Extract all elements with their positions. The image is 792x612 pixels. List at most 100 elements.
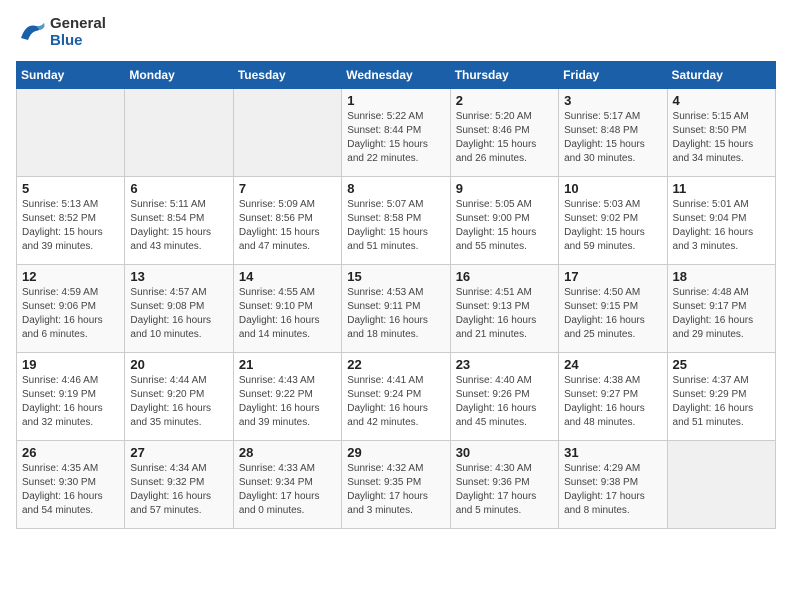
day-info: Sunrise: 4:34 AM Sunset: 9:32 PM Dayligh… bbox=[130, 462, 227, 518]
day-cell bbox=[233, 89, 341, 177]
day-info: Sunrise: 4:53 AM Sunset: 9:11 PM Dayligh… bbox=[347, 286, 444, 342]
day-cell: 21 Sunrise: 4:43 AM Sunset: 9:22 PM Dayli… bbox=[233, 353, 341, 441]
day-info: Sunrise: 4:32 AM Sunset: 9:35 PM Dayligh… bbox=[347, 462, 444, 518]
day-cell: 19 Sunrise: 4:46 AM Sunset: 9:19 PM Dayli… bbox=[17, 353, 125, 441]
day-cell: 8 Sunrise: 5:07 AM Sunset: 8:58 PM Daylig… bbox=[342, 177, 450, 265]
header-saturday: Saturday bbox=[667, 62, 775, 89]
day-info: Sunrise: 4:41 AM Sunset: 9:24 PM Dayligh… bbox=[347, 374, 444, 430]
day-number: 18 bbox=[673, 269, 770, 284]
day-number: 4 bbox=[673, 93, 770, 108]
day-number: 3 bbox=[564, 93, 661, 108]
logo-bird-icon bbox=[16, 18, 46, 48]
day-info: Sunrise: 4:35 AM Sunset: 9:30 PM Dayligh… bbox=[22, 462, 119, 518]
day-cell: 27Sunrise: 4:34 AM Sunset: 9:32 PM Dayli… bbox=[125, 441, 233, 529]
day-cell: 25Sunrise: 4:37 AM Sunset: 9:29 PM Dayli… bbox=[667, 353, 775, 441]
day-cell: 30 Sunrise: 4:30 AM Sunset: 9:36 PM Dayli… bbox=[450, 441, 558, 529]
day-number: 12 bbox=[22, 269, 119, 284]
week-row-4: 19 Sunrise: 4:46 AM Sunset: 9:19 PM Dayli… bbox=[17, 353, 776, 441]
day-cell: 22 Sunrise: 4:41 AM Sunset: 9:24 PM Dayli… bbox=[342, 353, 450, 441]
header-thursday: Thursday bbox=[450, 62, 558, 89]
day-number: 11 bbox=[673, 181, 770, 196]
day-number: 9 bbox=[456, 181, 553, 196]
day-info: Sunrise: 4:43 AM Sunset: 9:22 PM Dayligh… bbox=[239, 374, 336, 430]
page-header: General Blue bbox=[16, 16, 776, 49]
day-info: Sunrise: 5:03 AM Sunset: 9:02 PM Dayligh… bbox=[564, 198, 661, 254]
day-cell: 15 Sunrise: 4:53 AM Sunset: 9:11 PM Dayli… bbox=[342, 265, 450, 353]
week-row-2: 5 Sunrise: 5:13 AM Sunset: 8:52 PM Daylig… bbox=[17, 177, 776, 265]
header-friday: Friday bbox=[559, 62, 667, 89]
logo-blue-text: Blue bbox=[50, 33, 106, 50]
header-sunday: Sunday bbox=[17, 62, 125, 89]
day-cell: 2Sunrise: 5:20 AM Sunset: 8:46 PM Daylig… bbox=[450, 89, 558, 177]
day-info: Sunrise: 4:55 AM Sunset: 9:10 PM Dayligh… bbox=[239, 286, 336, 342]
day-info: Sunrise: 4:46 AM Sunset: 9:19 PM Dayligh… bbox=[22, 374, 119, 430]
day-info: Sunrise: 4:48 AM Sunset: 9:17 PM Dayligh… bbox=[673, 286, 770, 342]
day-cell bbox=[17, 89, 125, 177]
day-cell: 11Sunrise: 5:01 AM Sunset: 9:04 PM Dayli… bbox=[667, 177, 775, 265]
day-cell: 20Sunrise: 4:44 AM Sunset: 9:20 PM Dayli… bbox=[125, 353, 233, 441]
day-cell: 6Sunrise: 5:11 AM Sunset: 8:54 PM Daylig… bbox=[125, 177, 233, 265]
day-number: 8 bbox=[347, 181, 444, 196]
header-wednesday: Wednesday bbox=[342, 62, 450, 89]
day-number: 26 bbox=[22, 445, 119, 460]
logo: General Blue bbox=[16, 16, 106, 49]
logo-general-text: General bbox=[50, 16, 106, 33]
day-cell: 1Sunrise: 5:22 AM Sunset: 8:44 PM Daylig… bbox=[342, 89, 450, 177]
day-info: Sunrise: 4:50 AM Sunset: 9:15 PM Dayligh… bbox=[564, 286, 661, 342]
day-number: 24 bbox=[564, 357, 661, 372]
day-info: Sunrise: 4:33 AM Sunset: 9:34 PM Dayligh… bbox=[239, 462, 336, 518]
day-cell bbox=[125, 89, 233, 177]
day-number: 16 bbox=[456, 269, 553, 284]
day-info: Sunrise: 5:13 AM Sunset: 8:52 PM Dayligh… bbox=[22, 198, 119, 254]
day-cell: 24 Sunrise: 4:38 AM Sunset: 9:27 PM Dayli… bbox=[559, 353, 667, 441]
day-cell: 28 Sunrise: 4:33 AM Sunset: 9:34 PM Dayli… bbox=[233, 441, 341, 529]
day-info: Sunrise: 5:05 AM Sunset: 9:00 PM Dayligh… bbox=[456, 198, 553, 254]
day-cell: 12Sunrise: 4:59 AM Sunset: 9:06 PM Dayli… bbox=[17, 265, 125, 353]
day-number: 2 bbox=[456, 93, 553, 108]
day-info: Sunrise: 5:07 AM Sunset: 8:58 PM Dayligh… bbox=[347, 198, 444, 254]
day-cell: 9 Sunrise: 5:05 AM Sunset: 9:00 PM Daylig… bbox=[450, 177, 558, 265]
calendar-table: SundayMondayTuesdayWednesdayThursdayFrid… bbox=[16, 61, 776, 529]
day-info: Sunrise: 4:30 AM Sunset: 9:36 PM Dayligh… bbox=[456, 462, 553, 518]
day-number: 5 bbox=[22, 181, 119, 196]
day-cell: 7 Sunrise: 5:09 AM Sunset: 8:56 PM Daylig… bbox=[233, 177, 341, 265]
day-number: 7 bbox=[239, 181, 336, 196]
day-cell: 23 Sunrise: 4:40 AM Sunset: 9:26 PM Dayli… bbox=[450, 353, 558, 441]
day-info: Sunrise: 5:22 AM Sunset: 8:44 PM Dayligh… bbox=[347, 110, 444, 166]
day-number: 21 bbox=[239, 357, 336, 372]
header-monday: Monday bbox=[125, 62, 233, 89]
day-number: 28 bbox=[239, 445, 336, 460]
day-cell bbox=[667, 441, 775, 529]
day-cell: 5 Sunrise: 5:13 AM Sunset: 8:52 PM Daylig… bbox=[17, 177, 125, 265]
day-cell: 16 Sunrise: 4:51 AM Sunset: 9:13 PM Dayli… bbox=[450, 265, 558, 353]
week-row-5: 26 Sunrise: 4:35 AM Sunset: 9:30 PM Dayli… bbox=[17, 441, 776, 529]
day-number: 23 bbox=[456, 357, 553, 372]
day-cell: 31Sunrise: 4:29 AM Sunset: 9:38 PM Dayli… bbox=[559, 441, 667, 529]
weekday-header-row: SundayMondayTuesdayWednesdayThursdayFrid… bbox=[17, 62, 776, 89]
day-cell: 18 Sunrise: 4:48 AM Sunset: 9:17 PM Dayli… bbox=[667, 265, 775, 353]
day-info: Sunrise: 5:09 AM Sunset: 8:56 PM Dayligh… bbox=[239, 198, 336, 254]
day-number: 29 bbox=[347, 445, 444, 460]
day-info: Sunrise: 5:15 AM Sunset: 8:50 PM Dayligh… bbox=[673, 110, 770, 166]
day-cell: 3 Sunrise: 5:17 AM Sunset: 8:48 PM Daylig… bbox=[559, 89, 667, 177]
day-info: Sunrise: 4:40 AM Sunset: 9:26 PM Dayligh… bbox=[456, 374, 553, 430]
day-info: Sunrise: 4:38 AM Sunset: 9:27 PM Dayligh… bbox=[564, 374, 661, 430]
day-number: 14 bbox=[239, 269, 336, 284]
day-number: 15 bbox=[347, 269, 444, 284]
day-cell: 13Sunrise: 4:57 AM Sunset: 9:08 PM Dayli… bbox=[125, 265, 233, 353]
day-number: 19 bbox=[22, 357, 119, 372]
day-number: 30 bbox=[456, 445, 553, 460]
day-number: 13 bbox=[130, 269, 227, 284]
day-info: Sunrise: 4:51 AM Sunset: 9:13 PM Dayligh… bbox=[456, 286, 553, 342]
week-row-3: 12Sunrise: 4:59 AM Sunset: 9:06 PM Dayli… bbox=[17, 265, 776, 353]
day-number: 20 bbox=[130, 357, 227, 372]
header-tuesday: Tuesday bbox=[233, 62, 341, 89]
day-number: 31 bbox=[564, 445, 661, 460]
day-number: 6 bbox=[130, 181, 227, 196]
day-cell: 14 Sunrise: 4:55 AM Sunset: 9:10 PM Dayli… bbox=[233, 265, 341, 353]
day-cell: 29 Sunrise: 4:32 AM Sunset: 9:35 PM Dayli… bbox=[342, 441, 450, 529]
day-number: 22 bbox=[347, 357, 444, 372]
day-info: Sunrise: 5:17 AM Sunset: 8:48 PM Dayligh… bbox=[564, 110, 661, 166]
day-number: 10 bbox=[564, 181, 661, 196]
day-cell: 26 Sunrise: 4:35 AM Sunset: 9:30 PM Dayli… bbox=[17, 441, 125, 529]
